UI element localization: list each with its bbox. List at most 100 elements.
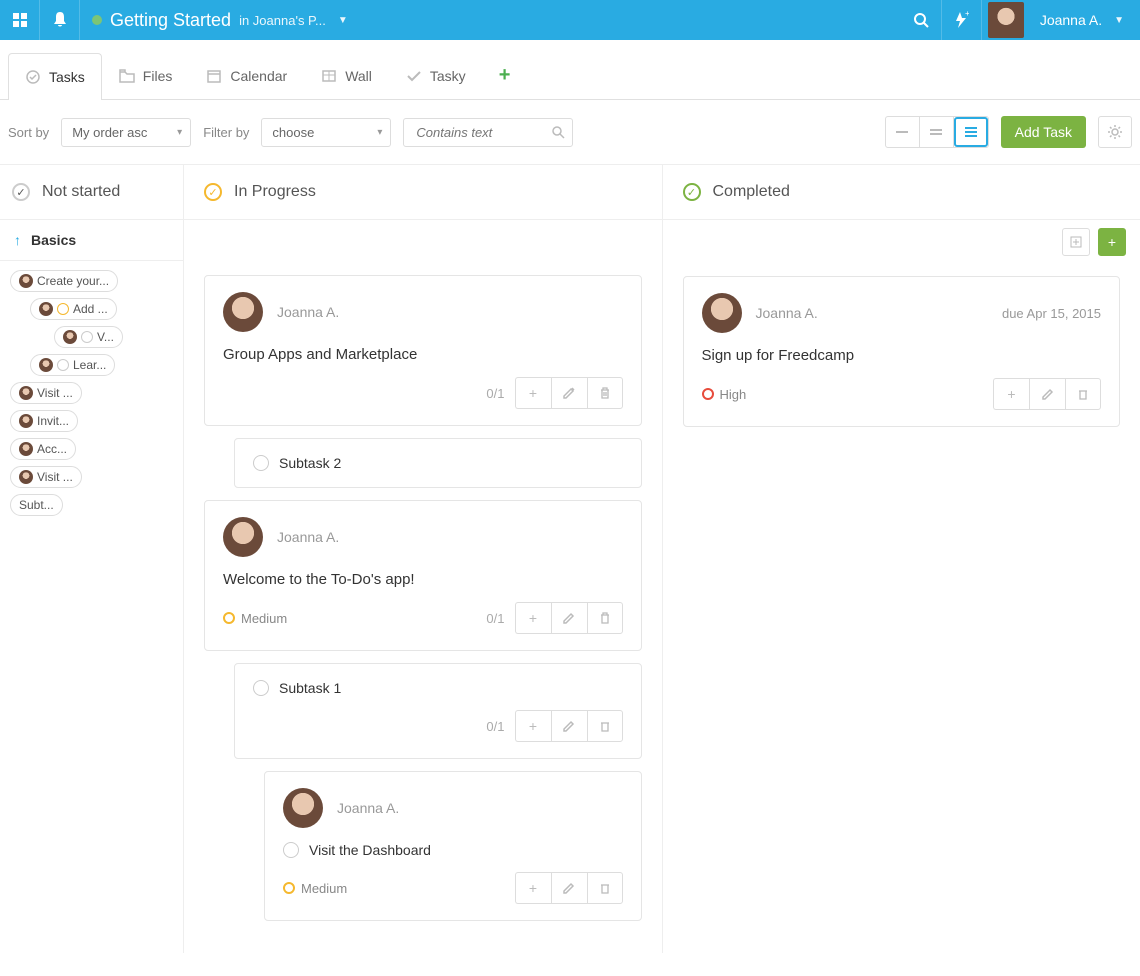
nested-subtask-card[interactable]: Joanna A. Visit the Dashboard Medium + xyxy=(264,771,642,921)
avatar xyxy=(223,517,263,557)
avatar-icon xyxy=(19,414,33,428)
kanban-board: Not started ↑ Basics Create your... Add … xyxy=(0,165,1140,953)
mini-task[interactable]: Acc... xyxy=(10,438,76,460)
apps-icon[interactable] xyxy=(0,0,40,40)
add-subtask-button[interactable]: + xyxy=(993,378,1029,410)
search-input[interactable] xyxy=(403,118,573,147)
expand-button[interactable] xyxy=(1062,228,1090,256)
chevron-down-icon: ▼ xyxy=(1114,15,1124,26)
subtask-title: Subtask 2 xyxy=(279,455,341,471)
avatar-icon xyxy=(39,358,53,372)
edit-button[interactable] xyxy=(551,872,587,904)
subtask-title: Subtask 1 xyxy=(279,680,341,696)
avatar-icon xyxy=(63,330,77,344)
svg-text:+: + xyxy=(965,11,969,18)
delete-button[interactable] xyxy=(587,872,623,904)
task-card[interactable]: Joanna A. due Apr 15, 2015 Sign up for F… xyxy=(683,276,1121,427)
tab-label: Tasks xyxy=(49,69,85,85)
project-title: Getting Started xyxy=(110,10,231,31)
group-header[interactable]: ↑ Basics xyxy=(0,219,183,261)
check-icon xyxy=(406,69,422,83)
priority-dot-icon xyxy=(702,388,714,400)
mini-task[interactable]: Invit... xyxy=(10,410,78,432)
column-title: Completed xyxy=(713,183,790,201)
view-compact-button[interactable] xyxy=(920,117,954,147)
arrow-up-icon: ↑ xyxy=(14,232,21,248)
view-full-button[interactable] xyxy=(954,117,988,147)
task-assignee: Joanna A. xyxy=(337,800,399,816)
tab-label: Files xyxy=(143,68,173,84)
tab-label: Tasky xyxy=(430,68,466,84)
tab-bar: Tasks Files Calendar Wall Tasky + xyxy=(0,52,1140,100)
mini-task[interactable]: Lear... xyxy=(30,354,115,376)
edit-button[interactable] xyxy=(551,602,587,634)
task-title: Visit the Dashboard xyxy=(309,842,431,858)
avatar xyxy=(283,788,323,828)
delete-button[interactable] xyxy=(1065,378,1101,410)
mini-task[interactable]: Add ... xyxy=(30,298,117,320)
mini-task[interactable]: Create your... xyxy=(10,270,118,292)
add-button[interactable]: + xyxy=(1098,228,1126,256)
add-tab-button[interactable]: + xyxy=(483,52,527,99)
subtask-card[interactable]: Subtask 1 0/1 + xyxy=(234,663,642,759)
filter-label: Filter by xyxy=(203,125,249,140)
avatar-icon xyxy=(19,274,33,288)
bell-icon[interactable] xyxy=(40,0,80,40)
edit-button[interactable] xyxy=(551,377,587,409)
folder-icon xyxy=(119,69,135,83)
user-menu[interactable]: Joanna A. ▼ xyxy=(982,2,1140,38)
add-subtask-button[interactable]: + xyxy=(515,872,551,904)
add-task-button[interactable]: Add Task xyxy=(1001,116,1086,148)
avatar xyxy=(988,2,1024,38)
gear-icon[interactable] xyxy=(1098,116,1132,148)
status-circle-icon xyxy=(253,455,269,471)
tab-files[interactable]: Files xyxy=(102,52,190,99)
calendar-icon xyxy=(206,68,222,84)
priority-badge: Medium xyxy=(283,881,347,896)
search-icon xyxy=(551,125,565,139)
subtask-card[interactable]: Subtask 2 xyxy=(234,438,642,488)
tab-tasky[interactable]: Tasky xyxy=(389,52,483,99)
tab-label: Wall xyxy=(345,68,372,84)
mini-task[interactable]: Visit ... xyxy=(10,382,82,404)
priority-badge: High xyxy=(702,387,747,402)
status-circle-icon xyxy=(81,331,93,343)
delete-button[interactable] xyxy=(587,602,623,634)
task-card[interactable]: Joanna A. Group Apps and Marketplace 0/1… xyxy=(204,275,642,426)
mini-task[interactable]: Subt... xyxy=(10,494,63,516)
status-in-progress-icon xyxy=(204,183,222,201)
column-completed: Completed + Joanna A. due Apr 15, 2015 S… xyxy=(663,165,1140,953)
tab-calendar[interactable]: Calendar xyxy=(189,52,304,99)
view-collapse-button[interactable] xyxy=(886,117,920,147)
sort-select[interactable]: My order asc xyxy=(61,118,191,147)
tab-label: Calendar xyxy=(230,68,287,84)
filter-value: choose xyxy=(272,125,314,140)
project-title-area[interactable]: Getting Started in Joanna's P... ▼ xyxy=(80,10,902,31)
view-toggle xyxy=(885,116,989,148)
delete-button[interactable] xyxy=(587,377,623,409)
column-in-progress: In Progress Joanna A. Group Apps and Mar… xyxy=(184,165,663,953)
tab-tasks[interactable]: Tasks xyxy=(8,53,102,100)
tab-wall[interactable]: Wall xyxy=(304,52,389,99)
task-card[interactable]: Joanna A. Welcome to the To-Do's app! Me… xyxy=(204,500,642,651)
project-subtitle: in Joanna's P... xyxy=(239,13,326,28)
add-subtask-button[interactable]: + xyxy=(515,710,551,742)
avatar xyxy=(223,292,263,332)
check-circle-icon xyxy=(25,69,41,85)
task-title: Group Apps and Marketplace xyxy=(223,346,623,363)
column-header: Not started xyxy=(0,165,183,219)
mini-task[interactable]: V... xyxy=(54,326,123,348)
mini-task[interactable]: Visit ... xyxy=(10,466,82,488)
wall-icon xyxy=(321,69,337,83)
add-subtask-button[interactable]: + xyxy=(515,377,551,409)
edit-button[interactable] xyxy=(1029,378,1065,410)
search-icon[interactable] xyxy=(902,0,942,40)
column-header: Completed xyxy=(663,165,1140,219)
filter-select[interactable]: choose xyxy=(261,118,391,147)
delete-button[interactable] xyxy=(587,710,623,742)
add-subtask-button[interactable]: + xyxy=(515,602,551,634)
task-title: Welcome to the To-Do's app! xyxy=(223,571,623,588)
edit-button[interactable] xyxy=(551,710,587,742)
subtask-count: 0/1 xyxy=(486,719,504,734)
bolt-plus-icon[interactable]: + xyxy=(942,0,982,40)
